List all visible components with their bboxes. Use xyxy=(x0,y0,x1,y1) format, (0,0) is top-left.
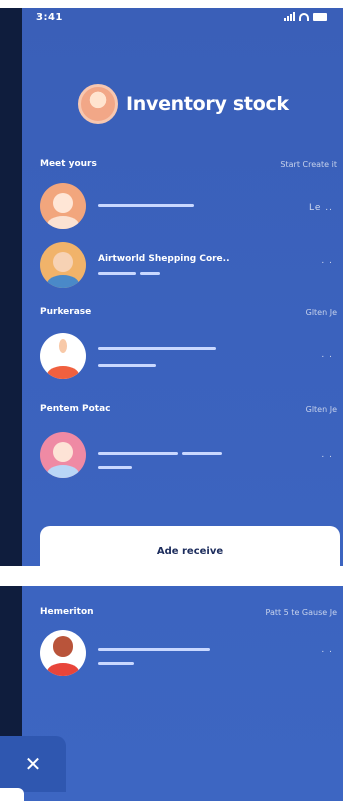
row-subtext-placeholder xyxy=(98,466,132,469)
close-button[interactable]: ✕ xyxy=(0,736,66,792)
row-subtext-placeholder xyxy=(98,364,156,367)
row-text-placeholder xyxy=(98,648,210,651)
close-icon: ✕ xyxy=(24,752,42,776)
section-title-meet-yours: Meet yours xyxy=(40,159,97,169)
row-subtext-placeholder xyxy=(98,662,134,665)
section-title-pentem-potac: Pentem Potac xyxy=(40,404,111,414)
add-receive-label: Ade receive xyxy=(156,545,224,557)
header-avatar[interactable] xyxy=(78,84,118,124)
avatar[interactable] xyxy=(40,242,86,288)
row-text-placeholder xyxy=(98,452,178,455)
section-title-purkerase: Purkerase xyxy=(40,307,92,317)
avatar[interactable] xyxy=(40,630,86,676)
page-title: Inventory stock xyxy=(126,93,289,115)
wifi-icon xyxy=(299,13,309,21)
page-header: Inventory stock xyxy=(78,84,289,124)
row-action[interactable]: . . xyxy=(321,645,333,655)
row-text-placeholder xyxy=(98,204,194,207)
signal-icon xyxy=(284,12,295,21)
row-action[interactable]: . . xyxy=(321,256,333,266)
row-subtext-placeholder xyxy=(140,272,160,275)
row-text-placeholder xyxy=(182,452,222,455)
row-text-placeholder xyxy=(98,347,216,350)
battery-icon xyxy=(313,13,327,21)
section-meta[interactable]: Patt 5 te Gause Je xyxy=(265,608,337,617)
divider-band xyxy=(0,566,343,586)
section-meta-create[interactable]: Start Create it xyxy=(280,160,337,169)
row-name[interactable]: Airtworld Shepping Core.. xyxy=(98,254,230,264)
row-action[interactable]: . . xyxy=(321,350,333,360)
close-button-base xyxy=(0,788,24,801)
avatar[interactable] xyxy=(40,183,86,229)
status-time: 3:41 xyxy=(36,12,63,23)
avatar[interactable] xyxy=(40,333,86,379)
status-icons xyxy=(284,12,327,21)
section-title-hemeriton: Hemeriton xyxy=(40,607,94,617)
top-edge xyxy=(0,0,343,8)
row-action[interactable]: Le .. xyxy=(309,203,333,213)
row-subtext-placeholder xyxy=(98,272,136,275)
avatar[interactable] xyxy=(40,432,86,478)
section-meta[interactable]: Glten Je xyxy=(306,405,337,414)
left-dark-strip xyxy=(0,0,22,801)
row-action[interactable]: . . xyxy=(321,450,333,460)
section-meta[interactable]: Glten Je xyxy=(306,308,337,317)
